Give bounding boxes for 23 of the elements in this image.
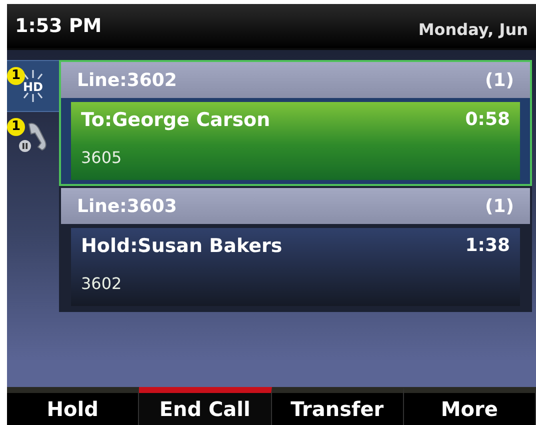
call-card[interactable]: To:George Carson 0:58 3605 [71, 102, 520, 180]
line-panel[interactable]: Line:3603 (1) Hold:Susan Bakers 1:38 3602 [59, 186, 532, 312]
call-party: Hold:Susan Bakers [81, 234, 282, 259]
count-badge: 1 [7, 67, 25, 85]
call-number: 3602 [81, 273, 123, 295]
softkey[interactable]: Transfer [272, 387, 404, 425]
line-label: Line:3602 [77, 68, 177, 92]
line-panel[interactable]: Line:3602 (1) To:George Carson 0:58 3605 [59, 60, 532, 186]
call-duration: 1:38 [465, 234, 510, 258]
call-count: (1) [485, 194, 514, 218]
call-party: To:George Carson [81, 108, 270, 133]
call-count: (1) [485, 68, 514, 92]
line-key[interactable]: 1 [7, 112, 59, 164]
call-card[interactable]: Hold:Susan Bakers 1:38 3602 [71, 228, 520, 306]
clock-time: 1:53 PM [15, 14, 102, 39]
line-key[interactable]: HD 1 [7, 60, 59, 112]
count-badge: 1 [7, 118, 25, 136]
line-label: Line:3603 [77, 194, 177, 218]
call-number: 3605 [81, 147, 123, 169]
softkey[interactable]: End Call [139, 387, 272, 425]
softkey[interactable]: More [404, 387, 536, 425]
date-text: Monday, Jun [418, 19, 528, 41]
call-duration: 0:58 [465, 108, 510, 132]
